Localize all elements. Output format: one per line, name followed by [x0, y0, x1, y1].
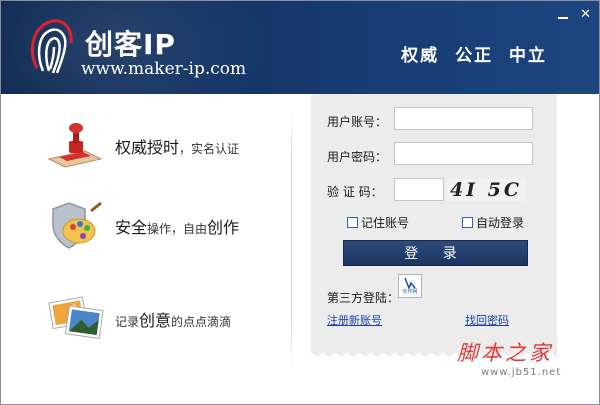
remember-checkbox-label: 记住账号 [361, 216, 410, 230]
close-button[interactable]: ✕ [580, 8, 591, 21]
divider [291, 109, 292, 369]
password-input[interactable] [394, 142, 533, 165]
auto-login-checkbox-box[interactable] [462, 217, 473, 228]
feature-record-bold: 创意 [139, 311, 172, 330]
remember-account-checkbox[interactable]: 记住账号 [347, 214, 409, 231]
recover-password-link[interactable]: 找回密码 [465, 312, 509, 328]
account-input[interactable] [394, 107, 533, 130]
brand-name: 创客IP [85, 28, 176, 61]
feature-security: 安全操作，自由创作 [45, 201, 239, 251]
stamp-icon [47, 123, 103, 168]
watermark-url: www.jb51.net [481, 367, 562, 378]
header-banner: 创客IP www.maker-ip.com 权威 公正 中立 ✕ [1, 1, 599, 94]
photos-icon [48, 296, 104, 339]
fingerprint-logo-icon [30, 19, 73, 74]
password-label: 用户密码： [327, 150, 388, 164]
feature-authority-text: 权威授时，实名认证 [115, 134, 239, 158]
account-label: 用户账号： [327, 115, 388, 129]
window-controls: ✕ [558, 8, 591, 21]
login-window: 创客IP www.maker-ip.com 权威 公正 中立 ✕ 权威授时，实名… [0, 0, 600, 405]
feature-security-text: 安全操作，自由创作 [115, 214, 239, 238]
feature-security-mid: 操作，自由 [147, 222, 208, 236]
slogan: 权威 公正 中立 [401, 46, 547, 66]
feature-record-text: 记录创意的点点滴滴 [115, 307, 231, 331]
register-link[interactable]: 注册新账号 [327, 312, 382, 328]
feature-security-bold-2: 创作 [207, 218, 240, 237]
brand-url: www.maker-ip.com [81, 59, 247, 79]
remember-checkbox-box[interactable] [347, 217, 358, 228]
feature-authority: 权威授时，实名认证 [45, 121, 239, 171]
login-button[interactable]: 登 录 [343, 240, 528, 266]
captcha-input[interactable] [394, 178, 444, 201]
feature-authority-rest: ，实名认证 [179, 142, 240, 156]
watermark: 脚本之家 www.jb51.net [457, 337, 561, 378]
feature-record: 记录创意的点点滴滴 [45, 294, 231, 344]
partner-logo-icon [404, 277, 416, 289]
feature-record-pre: 记录 [115, 315, 140, 329]
feature-security-bold-1: 安全 [115, 218, 148, 237]
third-party-label: 第三方登陆： [327, 291, 400, 305]
minimize-button[interactable] [558, 9, 569, 19]
feature-record-rest: 的点点滴滴 [171, 315, 232, 329]
auto-login-checkbox-label: 自动登录 [476, 216, 525, 230]
captcha-label: 验 证 码： [327, 185, 383, 199]
watermark-title: 脚本之家 [457, 341, 553, 365]
captcha-image[interactable]: 4I 5C [447, 179, 525, 201]
feature-authority-bold: 权威授时 [115, 138, 180, 157]
partner-login-button[interactable]: 长作网 [398, 274, 422, 298]
shield-palette-icon [52, 201, 102, 249]
partner-caption: 长作网 [402, 289, 418, 295]
auto-login-checkbox[interactable]: 自动登录 [462, 214, 524, 231]
